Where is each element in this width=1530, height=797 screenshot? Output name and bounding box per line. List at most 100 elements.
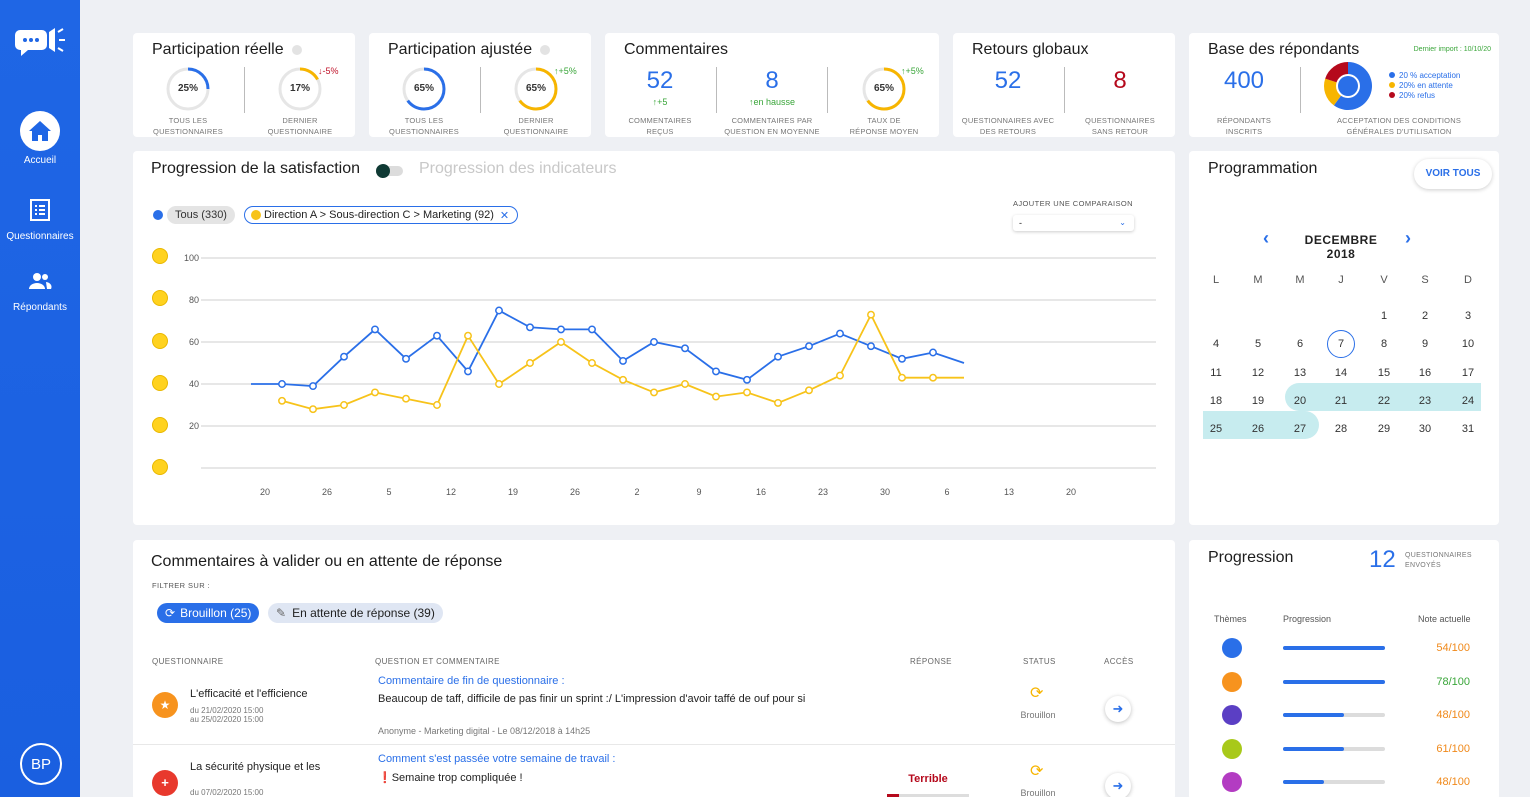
y-tick-label: 20 — [189, 421, 199, 431]
calendar-day[interactable]: 21 — [1327, 391, 1355, 411]
calendar-day[interactable]: 15 — [1370, 363, 1398, 383]
comment-text: ❗Semaine trop compliquée ! — [378, 772, 523, 784]
calendar-day[interactable]: 20 — [1286, 391, 1314, 411]
data-point — [402, 354, 410, 363]
data-point — [836, 329, 844, 338]
chip-brouillon[interactable]: ⟳ Brouillon (25) — [157, 603, 260, 623]
chevron-down-icon: ⌄ — [1119, 218, 1126, 227]
delta-down: ↓-5% — [318, 66, 339, 76]
weekday-label: V — [1380, 274, 1388, 286]
calendar-day[interactable]: 2 — [1411, 306, 1439, 326]
calendar-day[interactable]: 6 — [1286, 334, 1314, 354]
chip-filter[interactable]: Direction A > Sous-direction C > Marketi… — [244, 206, 519, 224]
calendar-day[interactable]: 16 — [1411, 363, 1439, 383]
calendar-day[interactable]: 13 — [1286, 363, 1314, 383]
calendar-day[interactable]: 31 — [1454, 419, 1482, 439]
th-note: Note actuelle — [1418, 614, 1471, 624]
comments-per-question: 8 — [765, 67, 779, 94]
data-point — [278, 396, 286, 405]
x-tick-label: 19 — [508, 487, 518, 497]
kpi-retours-globaux: Retours globaux 52 QUESTIONNAIRES AVEC DE… — [953, 33, 1175, 137]
calendar-day[interactable]: 9 — [1411, 334, 1439, 354]
calendar-day[interactable]: 5 — [1244, 334, 1272, 354]
gauge-value: 65% — [525, 83, 546, 94]
delta-up: ↑+5 — [652, 97, 668, 107]
calendar-day[interactable]: 11 — [1202, 363, 1230, 383]
progression-card: Progression 12 QUESTIONNAIRES ENVOYÉS Thè… — [1189, 540, 1499, 797]
calendar-day[interactable]: 30 — [1411, 419, 1439, 439]
emoji-very-sad-icon — [152, 459, 168, 475]
info-icon[interactable] — [540, 44, 551, 55]
calendar-day[interactable]: 8 — [1370, 334, 1398, 354]
avatar[interactable]: BP — [20, 743, 62, 785]
close-icon[interactable]: ✕ — [500, 209, 509, 222]
calendar-day[interactable]: 22 — [1370, 391, 1398, 411]
calendar-day[interactable]: 23 — [1411, 391, 1439, 411]
calendar-day[interactable]: 12 — [1244, 363, 1272, 383]
calendar-day[interactable]: 27 — [1286, 419, 1314, 439]
calendar-day[interactable]: 24 — [1454, 391, 1482, 411]
data-point — [464, 367, 472, 376]
data-point — [433, 331, 441, 340]
calendar-day[interactable]: 1 — [1370, 306, 1398, 326]
nav-accueil[interactable]: Accueil — [0, 111, 80, 166]
access-arrow-button[interactable]: ➜ — [1105, 773, 1131, 797]
info-icon[interactable] — [291, 44, 302, 55]
calendar-day[interactable]: 19 — [1244, 391, 1272, 411]
list-icon — [20, 195, 60, 225]
pie-legend: 20 % acceptation 20% en attente 20% refus — [1389, 71, 1460, 101]
weekday-label: L — [1212, 274, 1220, 286]
compare-select[interactable]: - ⌄ — [1013, 215, 1134, 231]
divider — [244, 67, 245, 113]
app-logo-icon[interactable] — [14, 22, 66, 62]
progress-bar — [1283, 679, 1385, 684]
prev-month-icon[interactable]: ‹ — [1263, 228, 1269, 249]
calendar-day[interactable]: 29 — [1370, 419, 1398, 439]
date-start: du 21/02/2020 15:00 — [190, 706, 264, 715]
question-link[interactable]: Commentaire de fin de questionnaire : — [378, 675, 565, 687]
data-point — [867, 310, 875, 319]
chip-attente[interactable]: ✎ En attente de réponse (39) — [268, 603, 443, 623]
calendar-day[interactable]: 25 — [1202, 419, 1230, 439]
calendar-day[interactable]: 17 — [1454, 363, 1482, 383]
nav-label: Questionnaires — [6, 231, 74, 242]
x-tick-label: 6 — [944, 487, 949, 497]
comments-card: Commentaires à valider ou en attente de … — [133, 540, 1175, 797]
voir-tous-button[interactable]: VOIR TOUS — [1414, 159, 1492, 189]
x-tick-label: 13 — [1004, 487, 1014, 497]
divider — [827, 67, 828, 113]
users-icon — [20, 266, 60, 296]
gauge-value: 17% — [289, 83, 310, 94]
legend-dot — [1389, 82, 1395, 88]
tab-indicateurs[interactable]: Progression des indicateurs — [419, 160, 616, 178]
x-tick-label: 9 — [696, 487, 701, 497]
delta-up: ↑+5% — [901, 66, 924, 76]
access-arrow-button[interactable]: ➜ — [1105, 696, 1131, 722]
next-month-icon[interactable]: › — [1405, 228, 1411, 249]
tab-satisfaction[interactable]: Progression de la satisfaction — [151, 160, 360, 178]
calendar-day[interactable]: 28 — [1327, 419, 1355, 439]
progress-bar — [1283, 780, 1385, 784]
th-question: QUESTION ET COMMENTAIRE — [375, 657, 500, 666]
nav-repondants[interactable]: Répondants — [0, 266, 80, 313]
sidebar: Accueil Questionnaires Répondants BP — [0, 0, 80, 797]
question-link[interactable]: Comment s'est passée votre semaine de tr… — [378, 753, 615, 765]
card-title: Commentaires — [624, 41, 729, 58]
data-point — [278, 380, 286, 388]
nav-questionnaires[interactable]: Questionnaires — [0, 195, 80, 242]
card-title: Programmation — [1208, 160, 1318, 177]
calendar-day[interactable]: 18 — [1202, 391, 1230, 411]
calendar-day[interactable]: 10 — [1454, 334, 1482, 354]
calendar-day[interactable]: 14 — [1327, 363, 1355, 383]
theme-score: 54/100 — [1436, 642, 1470, 654]
th-acces: ACCÈS — [1104, 657, 1134, 666]
star-icon: ★ — [152, 692, 178, 718]
view-toggle[interactable] — [376, 164, 403, 178]
calendar-day[interactable]: 3 — [1454, 306, 1482, 326]
calendar-day[interactable]: 7 — [1327, 330, 1355, 359]
calendar-day[interactable]: 4 — [1202, 334, 1230, 354]
chip-all[interactable]: Tous (330) — [167, 206, 235, 224]
progress-bar — [1283, 746, 1385, 751]
legend-label: 20% refus — [1399, 91, 1436, 100]
calendar-day[interactable]: 26 — [1244, 419, 1272, 439]
